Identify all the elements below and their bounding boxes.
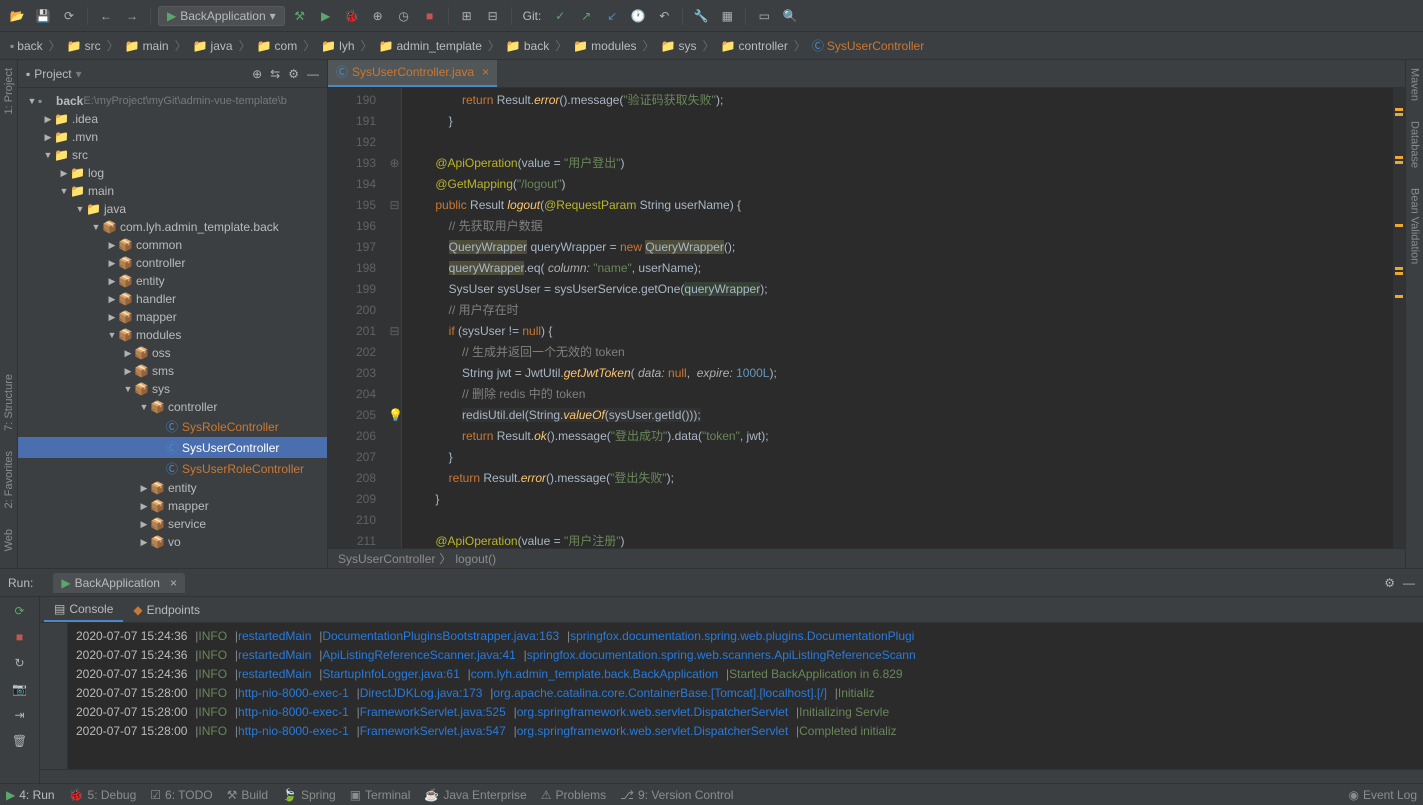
forward-icon[interactable]: → [121, 5, 143, 27]
coverage-icon[interactable]: ⊕ [367, 5, 389, 27]
collapse-icon[interactable]: ⇆ [270, 67, 280, 81]
status-build[interactable]: ⚒Build [227, 788, 268, 802]
run-tab[interactable]: ▶ BackApplication × [53, 573, 185, 593]
run-icon[interactable]: ▶ [315, 5, 337, 27]
statusbar: ▶4: Run 🐞5: Debug ☑6: TODO ⚒Build 🍃Sprin… [0, 783, 1423, 805]
bc-item[interactable]: 📁modules [569, 37, 640, 55]
run-config-label: BackApplication [180, 9, 265, 23]
status-java-enterprise[interactable]: ☕Java Enterprise [424, 788, 526, 802]
layout2-icon[interactable]: ⊟ [482, 5, 504, 27]
endpoints-tab[interactable]: ◆Endpoints [123, 599, 210, 621]
tab-web[interactable]: Web [3, 529, 15, 551]
line-gutter: 1901911921931941951961971981992002012022… [328, 88, 388, 548]
run-config-selector[interactable]: ▶ BackApplication ▾ [158, 6, 285, 26]
editor-area: Ⓒ SysUserController.java × 1901911921931… [328, 60, 1405, 568]
hide-icon[interactable]: — [1403, 576, 1415, 590]
git-push-icon[interactable]: ↗ [575, 5, 597, 27]
close-icon[interactable]: 🗑 [10, 731, 30, 751]
git-label: Git: [523, 9, 542, 23]
tab-filename: SysUserController.java [352, 65, 474, 79]
editor-tabs: Ⓒ SysUserController.java × [328, 60, 1405, 88]
run-panel-title: Run: [8, 576, 33, 590]
back-icon[interactable]: ← [95, 5, 117, 27]
fold-column[interactable]: ⊕⊟⊟💡 [388, 88, 402, 548]
goto-icon[interactable]: ⇥ [10, 705, 30, 725]
git-history-icon[interactable]: 🕐 [627, 5, 649, 27]
run-toolbar: ⟳ ■ ↻ 📷 ⇥ 🗑 [0, 597, 40, 783]
tab-structure[interactable]: 7: Structure [3, 374, 15, 431]
stop-icon[interactable]: ■ [10, 627, 30, 647]
hide-icon[interactable]: — [307, 67, 319, 81]
tab-maven[interactable]: Maven [1409, 68, 1421, 101]
bc-item[interactable]: 📁com [253, 37, 302, 55]
save-icon[interactable]: 💾 [32, 5, 54, 27]
tree-selected: ⒸSysUserController [18, 437, 327, 458]
console-gutter [40, 623, 68, 769]
presentation-icon[interactable]: ▭ [753, 5, 775, 27]
bc-item[interactable]: 📁src [63, 37, 105, 55]
code-editor[interactable]: 1901911921931941951961971981992002012022… [328, 88, 1405, 548]
project-panel: ▪Project▾ ⊕ ⇆ ⚙ — ▼▪back E:\myProject\my… [18, 60, 328, 568]
bc-item[interactable]: 📁lyh [317, 37, 358, 55]
search-icon[interactable]: 🔍 [779, 5, 801, 27]
horizontal-scrollbar[interactable] [40, 769, 1423, 783]
build-icon[interactable]: ⚒ [289, 5, 311, 27]
code-content[interactable]: return Result.error().message("验证码获取失败")… [402, 88, 1393, 548]
editor-breadcrumb: SysUserController 〉 logout() [328, 548, 1405, 568]
left-tool-strip: 1: Project 7: Structure 2: Favorites Web [0, 60, 18, 568]
navigation-breadcrumb: ▪back〉 📁src〉 📁main〉 📁java〉 📁com〉 📁lyh〉 📁… [0, 32, 1423, 60]
bc-item[interactable]: 📁main [121, 37, 173, 55]
status-terminal[interactable]: ▣Terminal [350, 788, 411, 802]
debug-icon[interactable]: 🐞 [341, 5, 363, 27]
status-todo[interactable]: ☑6: TODO [150, 788, 212, 802]
console-output[interactable]: 2020-07-07 15:24:36 |INFO |restartedMain… [68, 623, 1423, 769]
console-tab[interactable]: ▤Console [44, 598, 123, 622]
profile-icon[interactable]: ◷ [393, 5, 415, 27]
error-stripe[interactable] [1393, 88, 1405, 548]
tab-project[interactable]: 1: Project [3, 68, 15, 114]
status-event-log[interactable]: ◉Event Log [1348, 788, 1417, 802]
close-icon[interactable]: × [170, 576, 177, 590]
bc-item[interactable]: 📁sys [657, 37, 701, 55]
status-debug[interactable]: 🐞5: Debug [69, 788, 137, 802]
git-update-icon[interactable]: ↙ [601, 5, 623, 27]
plugins-icon[interactable]: ▦ [716, 5, 738, 27]
gear-icon[interactable]: ⚙ [1384, 576, 1395, 590]
tab-bean[interactable]: Bean Validation [1409, 188, 1421, 264]
editor-tab-active[interactable]: Ⓒ SysUserController.java × [328, 60, 497, 87]
main-toolbar: 📂 💾 ⟳ ← → ▶ BackApplication ▾ ⚒ ▶ 🐞 ⊕ ◷ … [0, 0, 1423, 32]
layout-icon[interactable]: ⊞ [456, 5, 478, 27]
gear-icon[interactable]: ⚙ [288, 67, 299, 81]
git-commit-icon[interactable]: ✓ [549, 5, 571, 27]
git-revert-icon[interactable]: ↶ [653, 5, 675, 27]
settings-icon[interactable]: 🔧 [690, 5, 712, 27]
project-tree[interactable]: ▼▪back E:\myProject\myGit\admin-vue-temp… [18, 88, 327, 568]
rerun-icon[interactable]: ⟳ [10, 601, 30, 621]
bc-item[interactable]: 📁admin_template [375, 37, 486, 55]
camera-icon[interactable]: 📷 [10, 679, 30, 699]
status-vcs[interactable]: ⎇9: Version Control [620, 788, 733, 802]
right-tool-strip: Maven Database Bean Validation [1405, 60, 1423, 568]
bc-item[interactable]: 📁controller [717, 37, 792, 55]
bc-item[interactable]: 📁java [189, 37, 237, 55]
close-icon[interactable]: × [482, 65, 489, 79]
tab-database[interactable]: Database [1409, 121, 1421, 168]
stop-icon[interactable]: ■ [419, 5, 441, 27]
locate-icon[interactable]: ⊕ [252, 67, 262, 81]
project-panel-title[interactable]: ▪Project▾ [26, 67, 252, 81]
status-problems[interactable]: ⚠Problems [541, 788, 606, 802]
refresh-icon[interactable]: ⟳ [58, 5, 80, 27]
tab-favorites[interactable]: 2: Favorites [3, 451, 15, 508]
run-panel: Run: ▶ BackApplication × ⚙ — ⟳ ■ ↻ 📷 ⇥ 🗑… [0, 568, 1423, 783]
bc-item[interactable]: 📁back [502, 37, 553, 55]
restart-icon[interactable]: ↻ [10, 653, 30, 673]
status-run[interactable]: ▶4: Run [6, 788, 55, 802]
status-spring[interactable]: 🍃Spring [282, 788, 336, 802]
bc-root[interactable]: ▪back [6, 37, 47, 55]
open-file-icon[interactable]: 📂 [6, 5, 28, 27]
bc-current[interactable]: ⒸSysUserController [808, 35, 928, 56]
